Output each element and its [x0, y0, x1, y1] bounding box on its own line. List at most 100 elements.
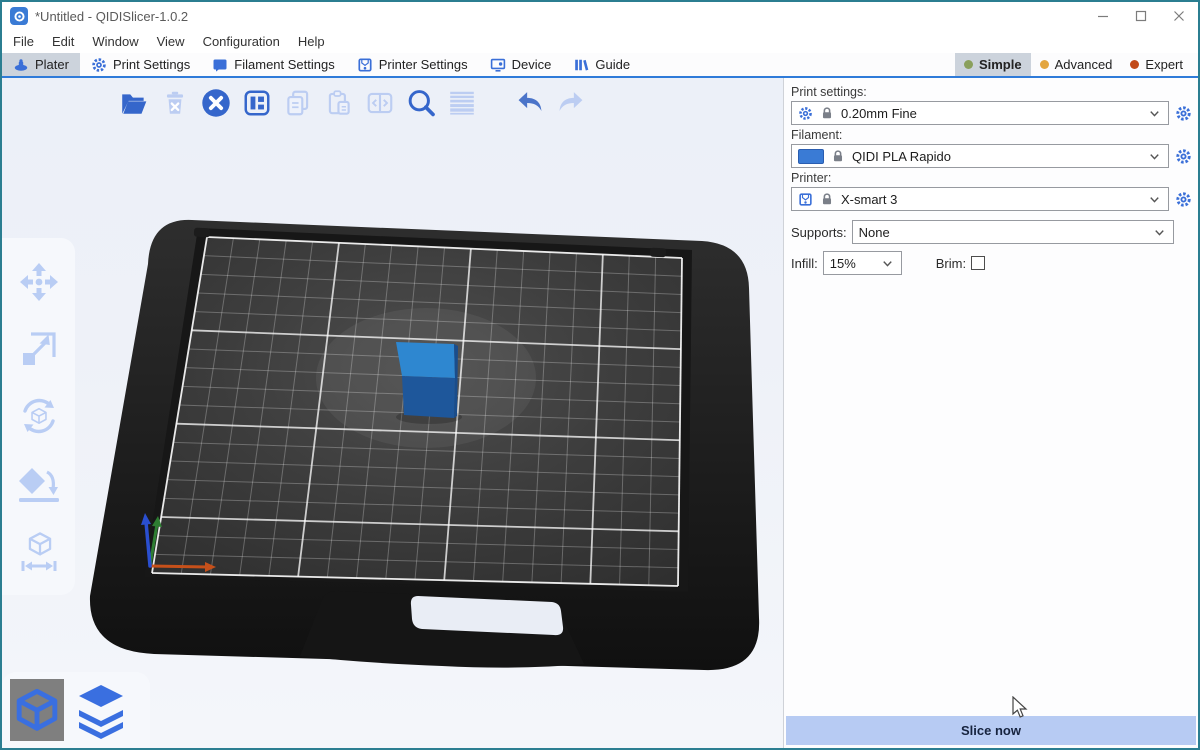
measure-tool-button[interactable] [16, 528, 62, 574]
scale-icon [17, 327, 61, 371]
undo-icon [514, 87, 546, 119]
scale-tool-button[interactable] [16, 326, 62, 372]
place-on-face-icon [17, 462, 61, 506]
copy-icon [283, 88, 313, 118]
view-toggle-panel [2, 672, 150, 748]
print-settings-combo[interactable]: 0.20mm Fine [791, 101, 1169, 125]
print-bed [2, 78, 784, 748]
printer-icon [357, 57, 373, 73]
print-settings-value: 0.20mm Fine [841, 106, 1140, 121]
delete-all-button[interactable] [200, 86, 232, 120]
slice-now-button[interactable]: Slice now [786, 716, 1196, 745]
move-tool-button[interactable] [16, 259, 62, 305]
place-on-face-tool-button[interactable] [16, 461, 62, 507]
settings-sidebar: Print settings: 0.20mm Fine Filament: QI… [784, 78, 1198, 748]
arrange-icon [242, 88, 272, 118]
simple-dot-icon [964, 60, 973, 69]
chevron-down-icon [880, 256, 895, 271]
mode-advanced[interactable]: Advanced [1031, 53, 1122, 76]
supports-label: Supports: [791, 225, 847, 240]
menu-bar: File Edit Window View Configuration Help [2, 30, 1198, 53]
variable-layer-height-button[interactable] [446, 86, 478, 120]
printer-label: Printer: [791, 171, 1192, 185]
edit-print-settings-button[interactable] [1175, 105, 1192, 122]
tab-device[interactable]: Device [479, 53, 563, 76]
search-icon [405, 87, 437, 119]
delete-button[interactable] [159, 86, 191, 120]
filament-label: Filament: [791, 128, 1192, 142]
viewport-3d[interactable] [2, 78, 784, 748]
rotate-tool-button[interactable] [16, 393, 62, 439]
infill-combo[interactable]: 15% [823, 251, 902, 275]
tab-print-settings[interactable]: Print Settings [80, 53, 201, 76]
mode-expert[interactable]: Expert [1121, 53, 1192, 76]
supports-combo[interactable]: None [852, 220, 1174, 244]
editor-3d-view-button[interactable] [10, 679, 64, 741]
measure-icon [17, 529, 61, 573]
filament-icon [212, 57, 228, 73]
copy-button[interactable] [282, 86, 314, 120]
lock-icon [820, 106, 834, 120]
plater-toolbar [118, 86, 587, 120]
move-icon [17, 260, 61, 304]
expert-dot-icon [1130, 60, 1139, 69]
brim-label: Brim: [936, 256, 966, 271]
chevron-down-icon [1152, 225, 1167, 240]
layers-lines-icon [447, 88, 477, 118]
app-logo-icon [10, 7, 28, 25]
gear-icon [1175, 148, 1192, 165]
redo-icon [555, 87, 587, 119]
close-button[interactable] [1160, 3, 1198, 29]
chevron-down-icon [1147, 106, 1162, 121]
model-cube[interactable] [396, 342, 462, 424]
filament-combo[interactable]: QIDI PLA Rapido [791, 144, 1169, 168]
preview-view-button[interactable] [70, 679, 132, 741]
plater-icon [13, 57, 29, 73]
tab-label: Device [512, 57, 552, 72]
minimize-button[interactable] [1084, 3, 1122, 29]
tab-filament-settings[interactable]: Filament Settings [201, 53, 345, 76]
menu-edit[interactable]: Edit [43, 30, 83, 53]
delete-trash-icon [160, 88, 190, 118]
menu-help[interactable]: Help [289, 30, 334, 53]
maximize-button[interactable] [1122, 3, 1160, 29]
menu-file[interactable]: File [4, 30, 43, 53]
tab-plater[interactable]: Plater [2, 53, 80, 76]
edit-filament-button[interactable] [1175, 148, 1192, 165]
undo-button[interactable] [514, 86, 546, 120]
tab-label: Filament Settings [234, 57, 334, 72]
gear-icon [1175, 105, 1192, 122]
search-button[interactable] [405, 86, 437, 120]
split-button[interactable] [364, 86, 396, 120]
menu-configuration[interactable]: Configuration [194, 30, 289, 53]
paste-button[interactable] [323, 86, 355, 120]
cube-3d-icon [14, 687, 60, 733]
infill-label: Infill: [791, 256, 818, 271]
filament-color-swatch [798, 149, 824, 164]
mode-simple[interactable]: Simple [955, 53, 1031, 76]
filament-value: QIDI PLA Rapido [852, 149, 1140, 164]
rotate-icon [17, 394, 61, 438]
printer-combo[interactable]: X-smart 3 [791, 187, 1169, 211]
menu-window[interactable]: Window [83, 30, 147, 53]
title-bar: *Untitled - QIDISlicer-1.0.2 [2, 2, 1198, 30]
bed-handle-cutout [411, 596, 563, 635]
open-button[interactable] [118, 86, 150, 120]
mode-selector: Simple Advanced Expert [955, 53, 1198, 76]
redo-button[interactable] [555, 86, 587, 120]
gear-icon [91, 57, 107, 73]
tab-bar: Plater Print Settings Filament Settings … [2, 53, 1198, 78]
tab-label: Guide [595, 57, 630, 72]
arrange-button[interactable] [241, 86, 273, 120]
printer-value: X-smart 3 [841, 192, 1140, 207]
printer-icon [798, 192, 813, 207]
infill-value: 15% [830, 256, 873, 271]
supports-value: None [859, 225, 1145, 240]
tab-guide[interactable]: Guide [562, 53, 641, 76]
tab-printer-settings[interactable]: Printer Settings [346, 53, 479, 76]
brim-checkbox[interactable] [971, 256, 985, 270]
paste-icon [324, 88, 354, 118]
edit-printer-button[interactable] [1175, 191, 1192, 208]
open-folder-icon [119, 88, 149, 118]
menu-view[interactable]: View [148, 30, 194, 53]
